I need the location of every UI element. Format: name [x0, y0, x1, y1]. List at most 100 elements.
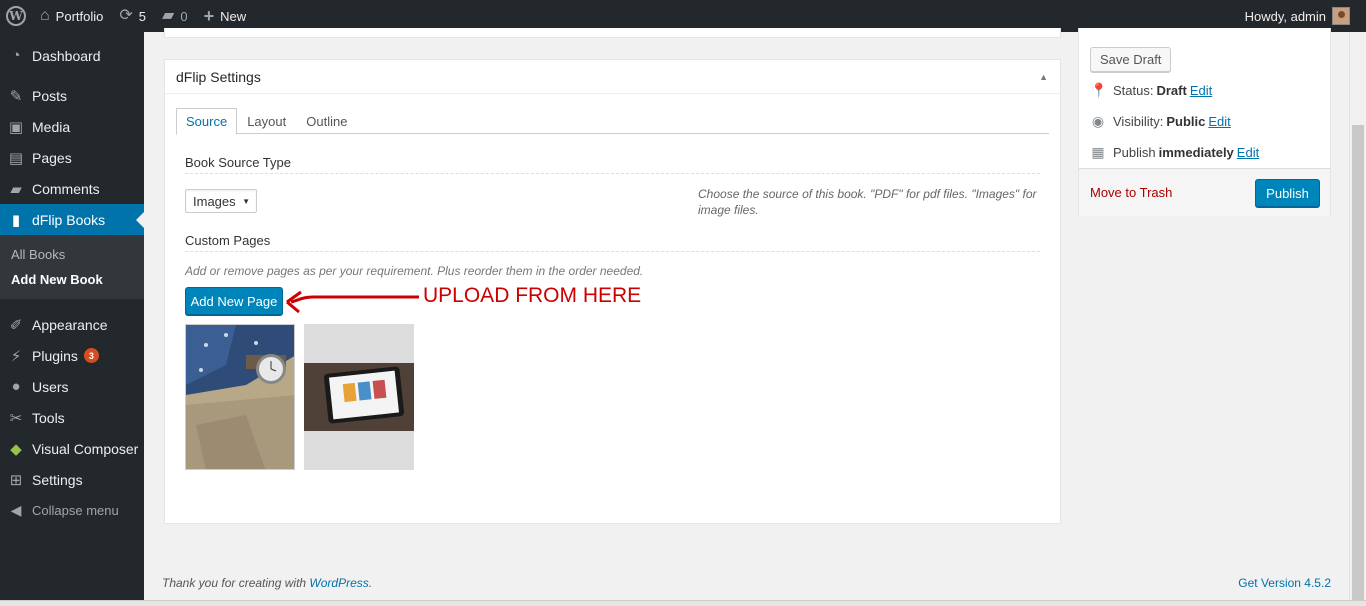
sidebar-item-comments[interactable]: ▰ Comments	[0, 173, 144, 204]
home-icon: ⌂	[40, 7, 50, 24]
publish-date-row: ▦ Publish immediately Edit	[1090, 144, 1259, 161]
status-label: Status:	[1113, 83, 1154, 98]
get-version-link[interactable]: Get Version 4.5.2	[1238, 576, 1331, 590]
sidebar-item-label: Users	[32, 378, 69, 395]
sidebar-item-label: Tools	[32, 409, 65, 426]
sidebar-item-label: Settings	[32, 471, 83, 488]
status-value: Draft	[1156, 83, 1187, 98]
tablet-photo-image	[304, 324, 414, 470]
footer-thankyou: Thank you for creating with WordPress.	[162, 576, 372, 590]
sidebar-item-visual-composer[interactable]: ◆ Visual Composer	[0, 433, 144, 464]
sidebar-item-plugins[interactable]: ⚡ Plugins 3	[0, 340, 144, 371]
custom-pages-label: Custom Pages	[185, 233, 271, 248]
add-new-page-button[interactable]: Add New Page	[185, 287, 283, 315]
divider	[185, 251, 1040, 252]
tab-layout[interactable]: Layout	[237, 108, 296, 134]
wordpress-link[interactable]: WordPress	[309, 576, 368, 590]
publish-actions: Move to Trash Publish	[1079, 168, 1330, 216]
user-icon: ●	[11, 378, 21, 395]
sidebar-item-label: dFlip Books	[32, 211, 106, 228]
sidebar-item-label: Media	[32, 118, 71, 135]
settings-icon: ⊞	[9, 471, 23, 489]
horizontal-scrollbar[interactable]	[0, 600, 1366, 606]
admin-sidebar: ◔ Dashboard ✎ Posts ▣ Media ▤ Pages ▰ Co…	[0, 32, 144, 606]
upload-annotation: UPLOAD FROM HERE	[423, 284, 642, 307]
updates-link[interactable]: ⟳ 5	[111, 0, 154, 32]
plus-icon: +	[203, 6, 215, 26]
collapse-menu-button[interactable]: ◀ Collapse menu	[0, 495, 144, 526]
pushpin-icon: ✎	[9, 87, 23, 105]
plugins-update-badge: 3	[83, 348, 99, 363]
vertical-scrollbar[interactable]	[1349, 32, 1366, 606]
scrollbar-thumb[interactable]	[1352, 125, 1364, 606]
visibility-value: Public	[1166, 114, 1206, 129]
sidebar-item-users[interactable]: ● Users	[0, 371, 144, 402]
dflip-settings-metabox: dFlip Settings ▲ Source Layout Outline B…	[164, 59, 1061, 524]
updates-icon: ⟳	[119, 7, 133, 24]
sidebar-item-media[interactable]: ▣ Media	[0, 111, 144, 142]
sidebar-item-posts[interactable]: ✎ Posts	[0, 80, 144, 111]
wrench-icon: ✂	[9, 409, 23, 427]
collapse-toggle-icon[interactable]: ▲	[1039, 72, 1048, 82]
move-to-trash-link[interactable]: Move to Trash	[1090, 185, 1172, 200]
updates-count: 5	[138, 8, 147, 24]
eye-icon: ◉	[1091, 113, 1105, 129]
collapse-label: Collapse menu	[32, 503, 119, 518]
pages-icon: ▤	[8, 149, 24, 167]
comments-icon: ▰	[10, 180, 22, 198]
avatar	[1332, 7, 1350, 25]
page-thumbnail[interactable]	[185, 324, 295, 470]
site-name: Portfolio	[55, 8, 104, 24]
custom-pages-description: Add or remove pages as per your requirem…	[185, 264, 644, 278]
submenu-all-books[interactable]: All Books	[0, 242, 144, 267]
status-row: 📍 Status: Draft Edit	[1090, 82, 1212, 99]
footer-text: Thank you for creating with	[162, 576, 310, 590]
wordpress-logo-icon: W	[6, 6, 26, 26]
watch-photo-image	[186, 325, 294, 469]
save-draft-button[interactable]: Save Draft	[1090, 47, 1172, 72]
sidebar-item-label: Dashboard	[32, 47, 101, 64]
dropdown-arrow-icon: ▼	[242, 196, 250, 206]
wordpress-logo-button[interactable]: W	[0, 0, 32, 32]
collapse-arrow-icon: ◀	[10, 502, 22, 518]
dflip-submenu: All Books Add New Book	[0, 235, 144, 299]
visibility-row: ◉ Visibility: Public Edit	[1090, 113, 1231, 130]
source-help-text: Choose the source of this book. "PDF" fo…	[698, 187, 1037, 217]
tab-outline[interactable]: Outline	[296, 108, 357, 134]
edit-status-link[interactable]: Edit	[1190, 83, 1212, 98]
publish-button[interactable]: Publish	[1255, 179, 1320, 207]
sidebar-item-dashboard[interactable]: ◔ Dashboard	[0, 40, 144, 71]
comment-icon: ▰	[162, 7, 175, 24]
source-type-value: Images	[193, 193, 236, 209]
book-icon: ▮	[11, 211, 21, 229]
sidebar-item-label: Comments	[32, 180, 100, 197]
howdy-text: Howdy, admin	[1244, 8, 1326, 24]
sidebar-item-dflip-books[interactable]: ▮ dFlip Books	[0, 204, 144, 235]
sidebar-item-label: Pages	[32, 149, 72, 166]
visibility-label: Visibility:	[1113, 114, 1164, 129]
submenu-add-new-book[interactable]: Add New Book	[0, 267, 144, 292]
tab-source[interactable]: Source	[176, 108, 238, 135]
comments-count: 0	[180, 8, 188, 24]
source-type-select[interactable]: Images ▼	[185, 189, 257, 213]
sidebar-item-appearance[interactable]: ✐ Appearance	[0, 309, 144, 340]
sidebar-item-label: Visual Composer	[32, 440, 139, 457]
visual-composer-icon: ◆	[10, 440, 22, 458]
sidebar-item-pages[interactable]: ▤ Pages	[0, 142, 144, 173]
plugin-icon: ⚡	[10, 347, 22, 365]
sidebar-item-settings[interactable]: ⊞ Settings	[0, 464, 144, 495]
paintbrush-icon: ✐	[9, 316, 23, 334]
publish-value: immediately	[1158, 145, 1234, 160]
page-thumbnail[interactable]	[304, 324, 414, 470]
sidebar-item-tools[interactable]: ✂ Tools	[0, 402, 144, 433]
edit-publish-date-link[interactable]: Edit	[1237, 145, 1259, 160]
pin-icon: 📍	[1090, 82, 1108, 98]
site-name-link[interactable]: ⌂ Portfolio	[32, 0, 111, 32]
dashboard-icon: ◔	[11, 47, 21, 64]
sidebar-item-label: Posts	[32, 87, 68, 104]
edit-visibility-link[interactable]: Edit	[1208, 114, 1230, 129]
footer-period: .	[368, 576, 373, 590]
sidebar-item-label: Plugins	[32, 347, 78, 364]
metabox-header[interactable]: dFlip Settings ▲	[165, 60, 1060, 94]
media-icon: ▣	[8, 118, 24, 136]
